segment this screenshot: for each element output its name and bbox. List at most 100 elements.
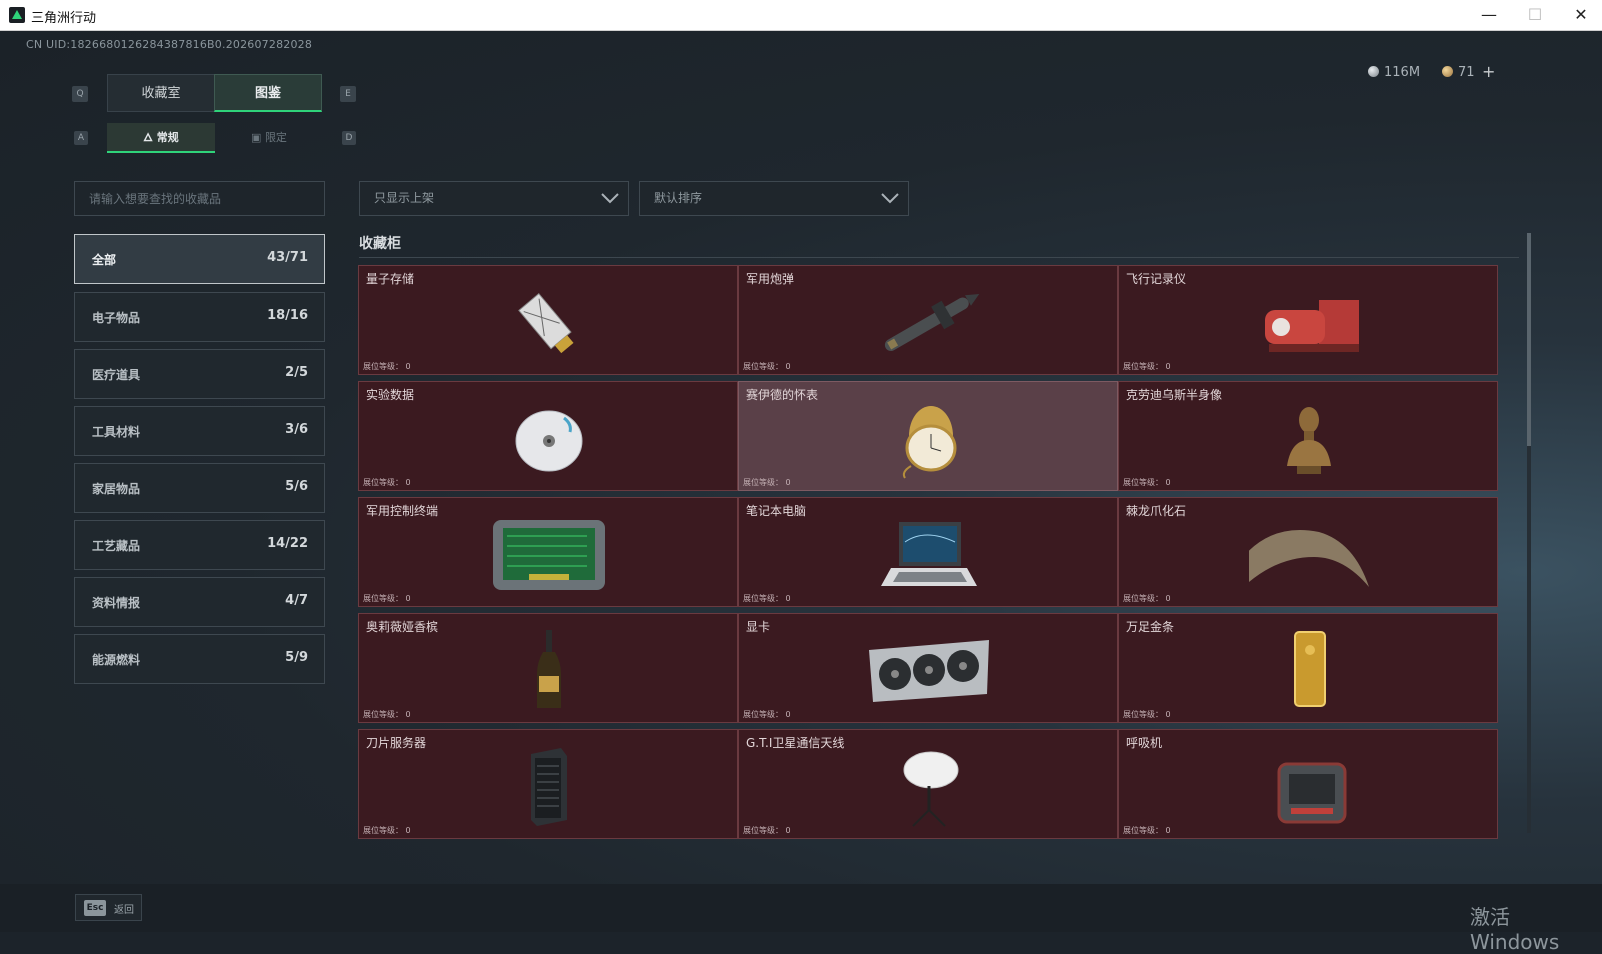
tab-collection-room[interactable]: 收藏室: [107, 74, 214, 112]
item-name: 棘龙爪化石: [1126, 504, 1187, 518]
champagne-icon: [537, 630, 561, 708]
maximize-button[interactable]: ☐: [1512, 0, 1558, 31]
missile-icon: [884, 294, 980, 351]
filter-dropdown[interactable]: 只显示上架: [359, 181, 629, 216]
category-name: 电子物品: [92, 311, 141, 325]
item-card[interactable]: 显卡 展位等级： 0: [738, 613, 1118, 723]
item-level: 展位等级： 0: [1123, 826, 1171, 835]
item-name: 克劳迪乌斯半身像: [1126, 388, 1223, 402]
item-name: 显卡: [746, 620, 771, 634]
back-button[interactable]: Esc 返回: [75, 894, 142, 921]
window-title: 三角洲行动: [31, 11, 97, 26]
category-name: 工艺藏品: [92, 539, 141, 553]
item-level: 展位等级： 0: [743, 710, 791, 719]
filter-dropdown-value: 只显示上架: [374, 191, 435, 205]
category-intel[interactable]: 资料情报 4/7: [74, 577, 325, 627]
game-viewport: CN UID:1826680126284387816B0.20260728202…: [0, 31, 1602, 954]
item-card[interactable]: 量子存储 展位等级： 0: [358, 265, 738, 375]
item-level: 展位等级： 0: [743, 478, 791, 487]
item-level: 展位等级： 0: [363, 594, 411, 603]
item-card[interactable]: 刀片服务器 展位等级： 0: [358, 729, 738, 839]
category-count: 2/5: [285, 365, 308, 380]
activate-windows-watermark: 激活 Windows: [1470, 905, 1560, 954]
item-level: 展位等级： 0: [743, 594, 791, 603]
category-crafts[interactable]: 工艺藏品 14/22: [74, 520, 325, 570]
tab-limited-label: 限定: [264, 131, 287, 144]
key-hint-d: D: [342, 131, 356, 145]
gold-amount: 71: [1458, 65, 1475, 80]
item-level: 展位等级： 0: [743, 362, 791, 371]
item-level: 展位等级： 0: [1123, 478, 1171, 487]
gold-coin-icon: [1442, 66, 1453, 77]
category-tools[interactable]: 工具材料 3/6: [74, 406, 325, 456]
item-card[interactable]: 军用炮弹 展位等级： 0: [738, 265, 1118, 375]
item-card[interactable]: 奥莉薇娅香槟 展位等级： 0: [358, 613, 738, 723]
tab-regular-label: 常规: [156, 131, 179, 144]
key-hint-q: Q: [72, 86, 88, 102]
item-level: 展位等级： 0: [363, 478, 411, 487]
image-icon: ▣: [251, 131, 265, 144]
category-medical[interactable]: 医疗道具 2/5: [74, 349, 325, 399]
item-name: G.T.I卫星通信天线: [746, 736, 845, 750]
item-card[interactable]: 克劳迪乌斯半身像 展位等级： 0: [1118, 381, 1498, 491]
category-count: 5/6: [285, 479, 308, 494]
item-card[interactable]: 军用控制终端 展位等级： 0: [358, 497, 738, 607]
item-grid: 量子存储 展位等级： 0 军用炮弹 展位等级： 0 飞行记录仪 展位等级： 0 …: [358, 265, 1523, 862]
tab-codex[interactable]: 图鉴: [214, 74, 322, 112]
category-name: 能源燃料: [92, 653, 141, 667]
category-name: 资料情报: [92, 596, 141, 610]
minimize-button[interactable]: —: [1466, 0, 1512, 31]
section-divider: [359, 257, 1519, 258]
item-level: 展位等级： 0: [743, 826, 791, 835]
uid-text: CN UID:1826680126284387816B0.20260728202…: [26, 38, 313, 51]
key-hint-a: A: [74, 131, 88, 145]
esc-key-icon: Esc: [84, 900, 106, 916]
item-card[interactable]: G.T.I卫星通信天线 展位等级： 0: [738, 729, 1118, 839]
add-currency-button[interactable]: +: [1482, 62, 1495, 81]
category-all[interactable]: 全部 43/71: [74, 234, 325, 284]
gold-bar-icon: [1294, 631, 1326, 707]
item-name: 笔记本电脑: [746, 504, 807, 518]
item-card[interactable]: 笔记本电脑 展位等级： 0: [738, 497, 1118, 607]
item-level: 展位等级： 0: [1123, 594, 1171, 603]
item-level: 展位等级： 0: [1123, 710, 1171, 719]
item-card[interactable]: 飞行记录仪 展位等级： 0: [1118, 265, 1498, 375]
ventilator-icon: [1277, 762, 1347, 824]
search-input[interactable]: [74, 181, 325, 216]
sort-dropdown[interactable]: 默认排序: [639, 181, 909, 216]
category-name: 家居物品: [92, 482, 141, 496]
item-name: 飞行记录仪: [1126, 272, 1187, 286]
category-count: 4/7: [285, 593, 308, 608]
laptop-icon: [881, 522, 977, 586]
back-label: 返回: [114, 905, 134, 916]
category-count: 3/6: [285, 422, 308, 437]
category-count: 18/16: [267, 308, 308, 323]
category-electronics[interactable]: 电子物品 18/16: [74, 292, 325, 342]
claw-fossil-icon: [1249, 530, 1369, 587]
silver-amount: 116M: [1384, 65, 1421, 80]
tab-limited[interactable]: ▣ 限定: [215, 123, 323, 153]
bottom-bar: Esc 返回: [0, 884, 1602, 932]
scrollbar-thumb[interactable]: [1527, 233, 1531, 446]
item-level: 展位等级： 0: [363, 710, 411, 719]
item-name: 军用控制终端: [366, 504, 439, 518]
close-button[interactable]: ✕: [1558, 0, 1602, 31]
chevron-down-icon: [601, 193, 619, 204]
gold-currency: 71: [1442, 65, 1475, 80]
category-name: 工具材料: [92, 425, 141, 439]
graphics-card-icon: [869, 640, 989, 702]
tab-regular[interactable]: 🜂 常规: [107, 123, 215, 153]
category-fuel[interactable]: 能源燃料 5/9: [74, 634, 325, 684]
item-name: 万足金条: [1126, 620, 1175, 634]
item-card[interactable]: 万足金条 展位等级： 0: [1118, 613, 1498, 723]
key-hint-e: E: [340, 86, 356, 102]
item-name: 奥莉薇娅香槟: [366, 620, 439, 634]
category-household[interactable]: 家居物品 5/6: [74, 463, 325, 513]
category-count: 43/71: [267, 250, 308, 265]
item-card[interactable]: 呼吸机 展位等级： 0: [1118, 729, 1498, 839]
bust-icon: [1287, 407, 1331, 474]
item-card[interactable]: 棘龙爪化石 展位等级： 0: [1118, 497, 1498, 607]
item-card[interactable]: 实验数据 展位等级： 0: [358, 381, 738, 491]
usb-drive-icon: [518, 293, 574, 354]
item-card[interactable]: 赛伊德的怀表 展位等级： 0: [738, 381, 1118, 491]
